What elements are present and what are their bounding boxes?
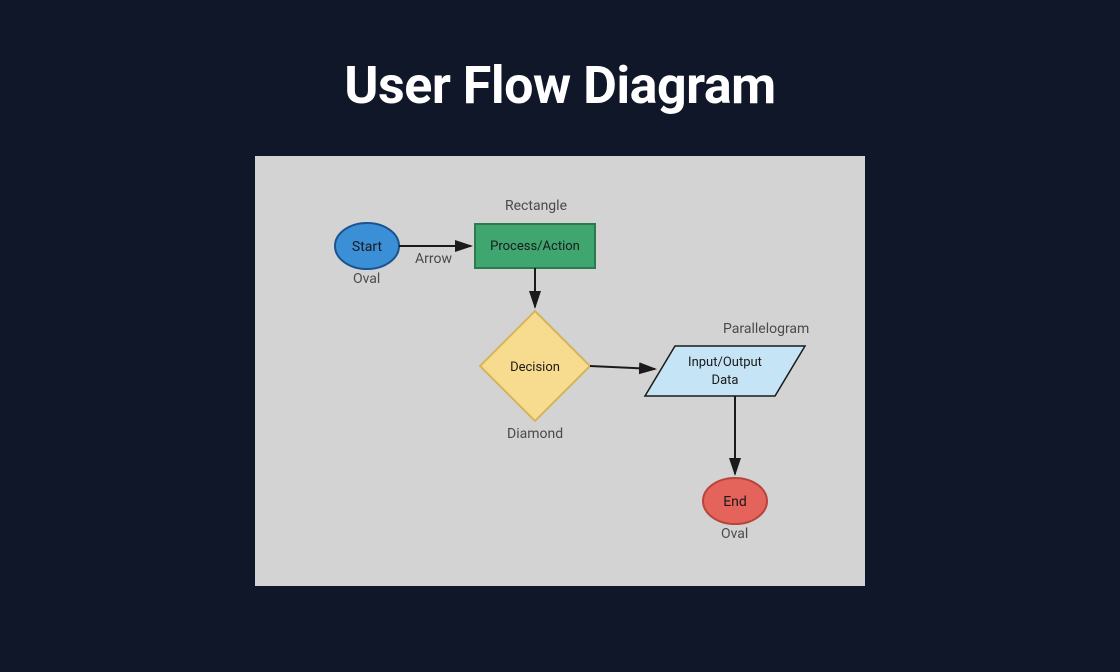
start-shape-label: Oval [353, 271, 380, 287]
page-title: User Flow Diagram [344, 55, 775, 116]
end-node-text: End [723, 494, 747, 510]
io-node [645, 346, 805, 396]
arrow-label-start-to-process: Arrow [415, 251, 452, 267]
diagram-canvas: Start Process/Action Decision Input/Outp… [255, 156, 865, 586]
process-node-text: Process/Action [490, 239, 580, 254]
process-shape-label: Rectangle [505, 198, 567, 214]
arrow-decision-to-io [590, 366, 655, 369]
io-shape-label: Parallelogram [723, 321, 809, 337]
decision-node-text: Decision [510, 360, 560, 375]
flowchart-svg: Start Process/Action Decision Input/Outp… [255, 156, 865, 586]
end-shape-label: Oval [721, 526, 748, 542]
io-node-text-2: Data [712, 373, 739, 388]
io-node-text-1: Input/Output [688, 355, 762, 370]
start-node-text: Start [352, 239, 383, 255]
decision-shape-label: Diamond [507, 426, 563, 442]
